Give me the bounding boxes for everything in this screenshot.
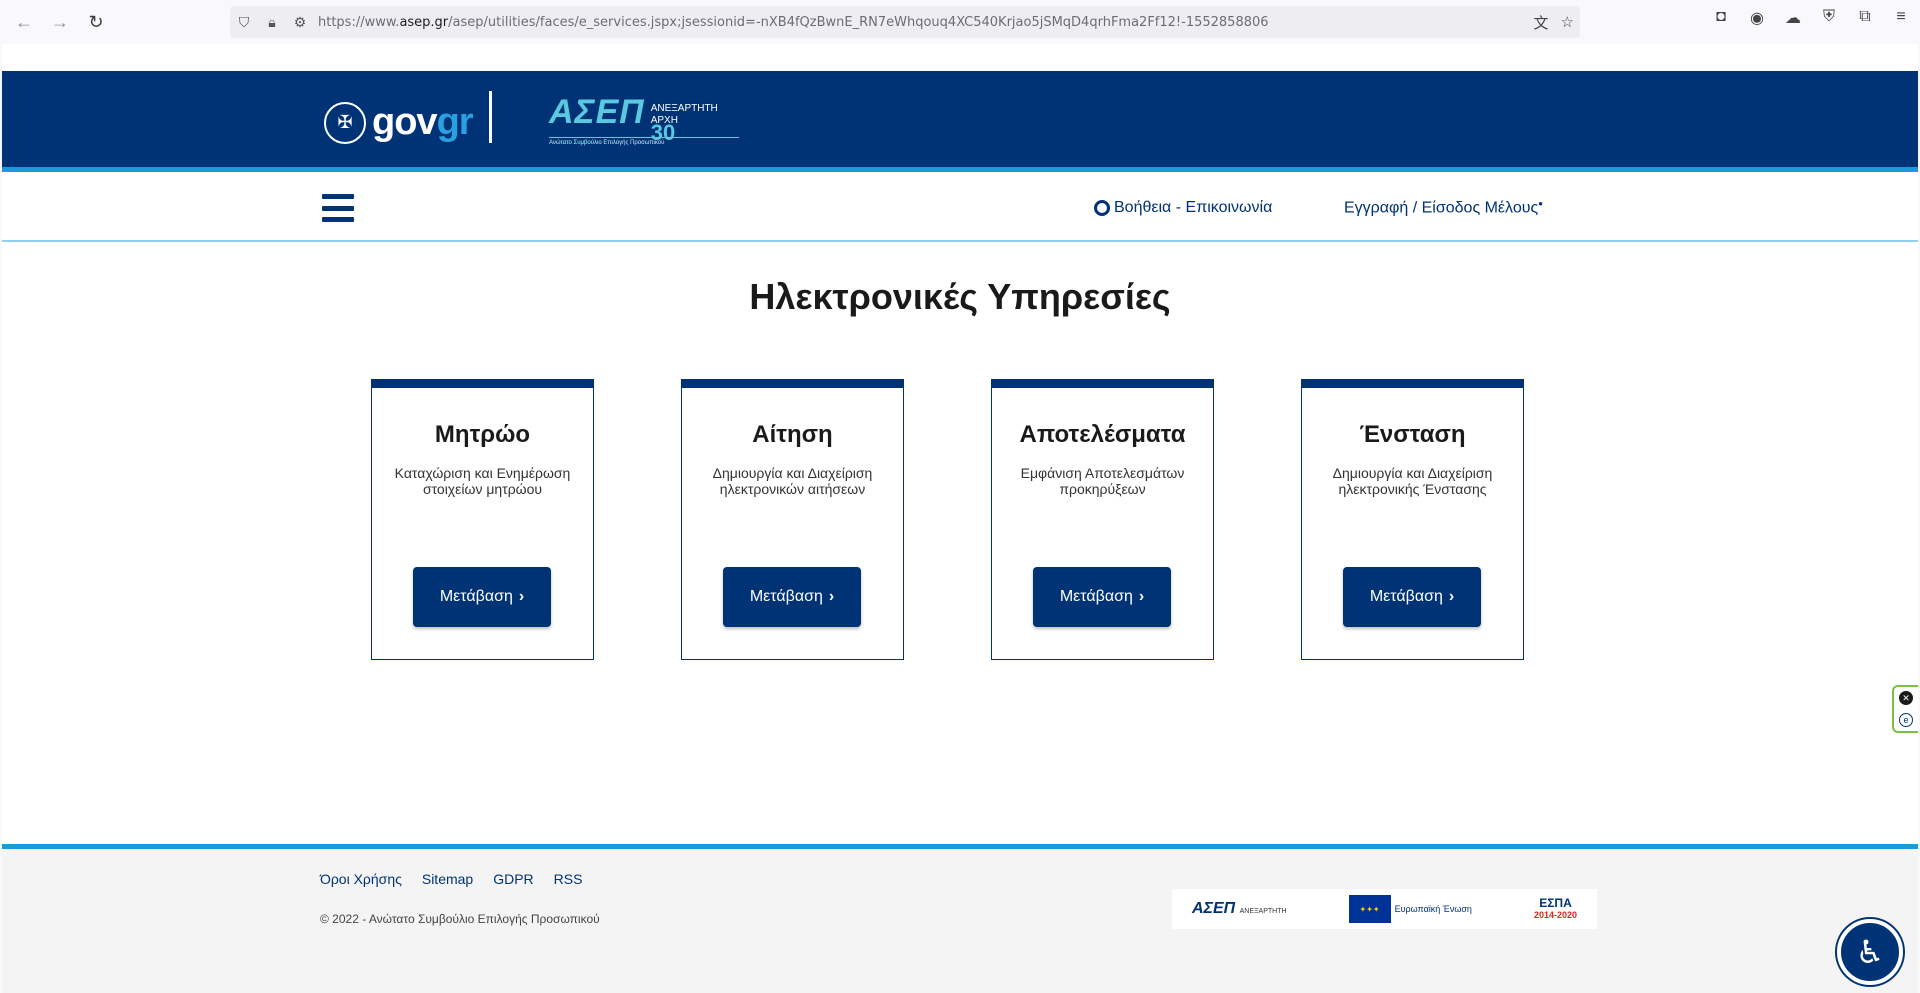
forward-arrow-icon[interactable]: → xyxy=(46,8,74,36)
chevron-right-icon: › xyxy=(1138,588,1145,605)
sub-navigation: Βοήθεια - Επικοινωνία Εγγραφή / Είσοδος … xyxy=(2,177,1918,242)
accessibility-icon[interactable]: ♿︎ xyxy=(1837,919,1903,985)
account-icon[interactable]: ◉ xyxy=(1746,8,1768,28)
permissions-icon[interactable]: ⚙ xyxy=(286,14,314,31)
site-footer: Όροι Χρήσης Sitemap GDPR RSS © 2022 - Αν… xyxy=(2,844,1918,993)
eu-flag-icon: ✦✦✦ xyxy=(1348,895,1391,923)
greek-seal-icon: ✠ xyxy=(324,101,366,144)
side-widget: ✕ e xyxy=(1892,685,1918,733)
footer-asep-logo: ΑΣΕΠ ΑΝΕΞΑΡΤΗΤΗ xyxy=(1192,900,1287,917)
go-results-button[interactable]: Μετάβαση › xyxy=(1033,567,1171,627)
extension-shield-icon[interactable]: ⛨ xyxy=(1818,8,1840,28)
footer-link-rss[interactable]: RSS xyxy=(554,871,583,887)
go-registry-button[interactable]: Μετάβαση › xyxy=(413,567,551,627)
address-bar[interactable]: ⛉ 🔒︎ ⚙ https://www.asep.gr/asep/utilitie… xyxy=(230,6,1580,38)
translate-icon[interactable]: 文 xyxy=(1534,12,1549,33)
card-description: Καταχώριση και Ενημέρωση στοιχείων μητρώ… xyxy=(394,465,571,497)
chevron-right-icon: › xyxy=(1448,588,1455,605)
site-header: ✠ govgr ΑΣΕΠ ΑΝΕΞΑΡΤΗΤΗ ΑΡΧΗ 30 Ανώτατο … xyxy=(2,71,1918,172)
shield-icon[interactable]: ⛉ xyxy=(230,14,258,31)
help-contact-link[interactable]: Βοήθεια - Επικοινωνία xyxy=(1094,199,1272,217)
eu-logo: ✦✦✦ Ευρωπαϊκή Ένωση xyxy=(1348,895,1472,923)
footer-link-terms[interactable]: Όροι Χρήσης xyxy=(320,871,402,887)
copyright: © 2022 - Ανώτατο Συμβούλιο Επιλογής Προσ… xyxy=(320,912,600,926)
go-application-button[interactable]: Μετάβαση › xyxy=(723,567,861,627)
card-description: Εμφάνιση Αποτελεσμάτων προκηρύξεων xyxy=(1020,465,1185,497)
service-card-results: Αποτελέσματα Εμφάνιση Αποτελεσμάτων προκ… xyxy=(991,379,1214,660)
header-divider xyxy=(489,91,492,143)
lifebuoy-icon xyxy=(1094,200,1110,216)
service-card-application: Αίτηση Δημιουργία και Διαχείριση ηλεκτρο… xyxy=(681,379,904,660)
page: ✠ govgr ΑΣΕΠ ΑΝΕΞΑΡΤΗΤΗ ΑΡΧΗ 30 Ανώτατο … xyxy=(2,44,1918,993)
footer-sponsor-logos: ΑΣΕΠ ΑΝΕΞΑΡΤΗΤΗ ✦✦✦ Ευρωπαϊκή Ένωση ΕΣΠΑ… xyxy=(1172,889,1597,929)
menu-icon[interactable]: ≡ xyxy=(1890,8,1912,28)
footer-links: Όροι Χρήσης Sitemap GDPR RSS xyxy=(320,871,582,887)
service-card-registry: Μητρώο Καταχώριση και Ενημέρωση στοιχείω… xyxy=(371,379,594,660)
hamburger-menu-icon[interactable] xyxy=(322,194,354,222)
footer-link-sitemap[interactable]: Sitemap xyxy=(422,871,473,887)
close-icon[interactable]: ✕ xyxy=(1899,691,1913,705)
card-title: Μητρώο xyxy=(434,421,531,448)
back-arrow-icon[interactable]: ← xyxy=(10,8,38,36)
url-text[interactable]: https://www.asep.gr/asep/utilities/faces… xyxy=(318,15,1269,30)
chevron-right-icon: › xyxy=(828,588,835,605)
govgr-logo[interactable]: ✠ govgr xyxy=(324,101,474,144)
register-login-link[interactable]: Εγγραφή / Είσοδος Μέλους● xyxy=(1344,199,1543,217)
pocket-icon[interactable]: ◘ xyxy=(1710,8,1732,28)
browser-toolbar: ← → ↻ ⛉ 🔒︎ ⚙ https://www.asep.gr/asep/ut… xyxy=(0,0,1920,44)
asep-logo[interactable]: ΑΣΕΠ ΑΝΕΞΑΡΤΗΤΗ ΑΡΧΗ 30 Ανώτατο Συμβούλι… xyxy=(549,93,739,146)
extensions-icon[interactable]: ⧉ xyxy=(1854,8,1876,28)
widget-icon[interactable]: e xyxy=(1899,713,1913,727)
chevron-right-icon: › xyxy=(518,588,525,605)
service-card-objection: Ένσταση Δημιουργία και Διαχείριση ηλεκτρ… xyxy=(1301,379,1524,660)
page-title: Ηλεκτρονικές Υπηρεσίες xyxy=(749,276,1171,317)
card-title: Αποτελέσματα xyxy=(1019,421,1186,448)
sync-icon[interactable]: ☁ xyxy=(1782,8,1804,28)
espa-logo: ΕΣΠΑ 2014-2020 xyxy=(1533,896,1577,920)
card-description: Δημιουργία και Διαχείριση ηλεκτρονικών α… xyxy=(712,465,873,497)
card-title: Ένσταση xyxy=(1359,421,1466,448)
go-objection-button[interactable]: Μετάβαση › xyxy=(1343,567,1481,627)
reload-icon[interactable]: ↻ xyxy=(82,8,110,36)
bookmark-star-icon[interactable]: ☆ xyxy=(1561,13,1574,31)
lock-icon[interactable]: 🔒︎ xyxy=(258,14,286,31)
footer-link-gdpr[interactable]: GDPR xyxy=(493,871,533,887)
card-description: Δημιουργία και Διαχείριση ηλεκτρονικής Έ… xyxy=(1332,465,1493,497)
card-title: Αίτηση xyxy=(752,421,833,448)
